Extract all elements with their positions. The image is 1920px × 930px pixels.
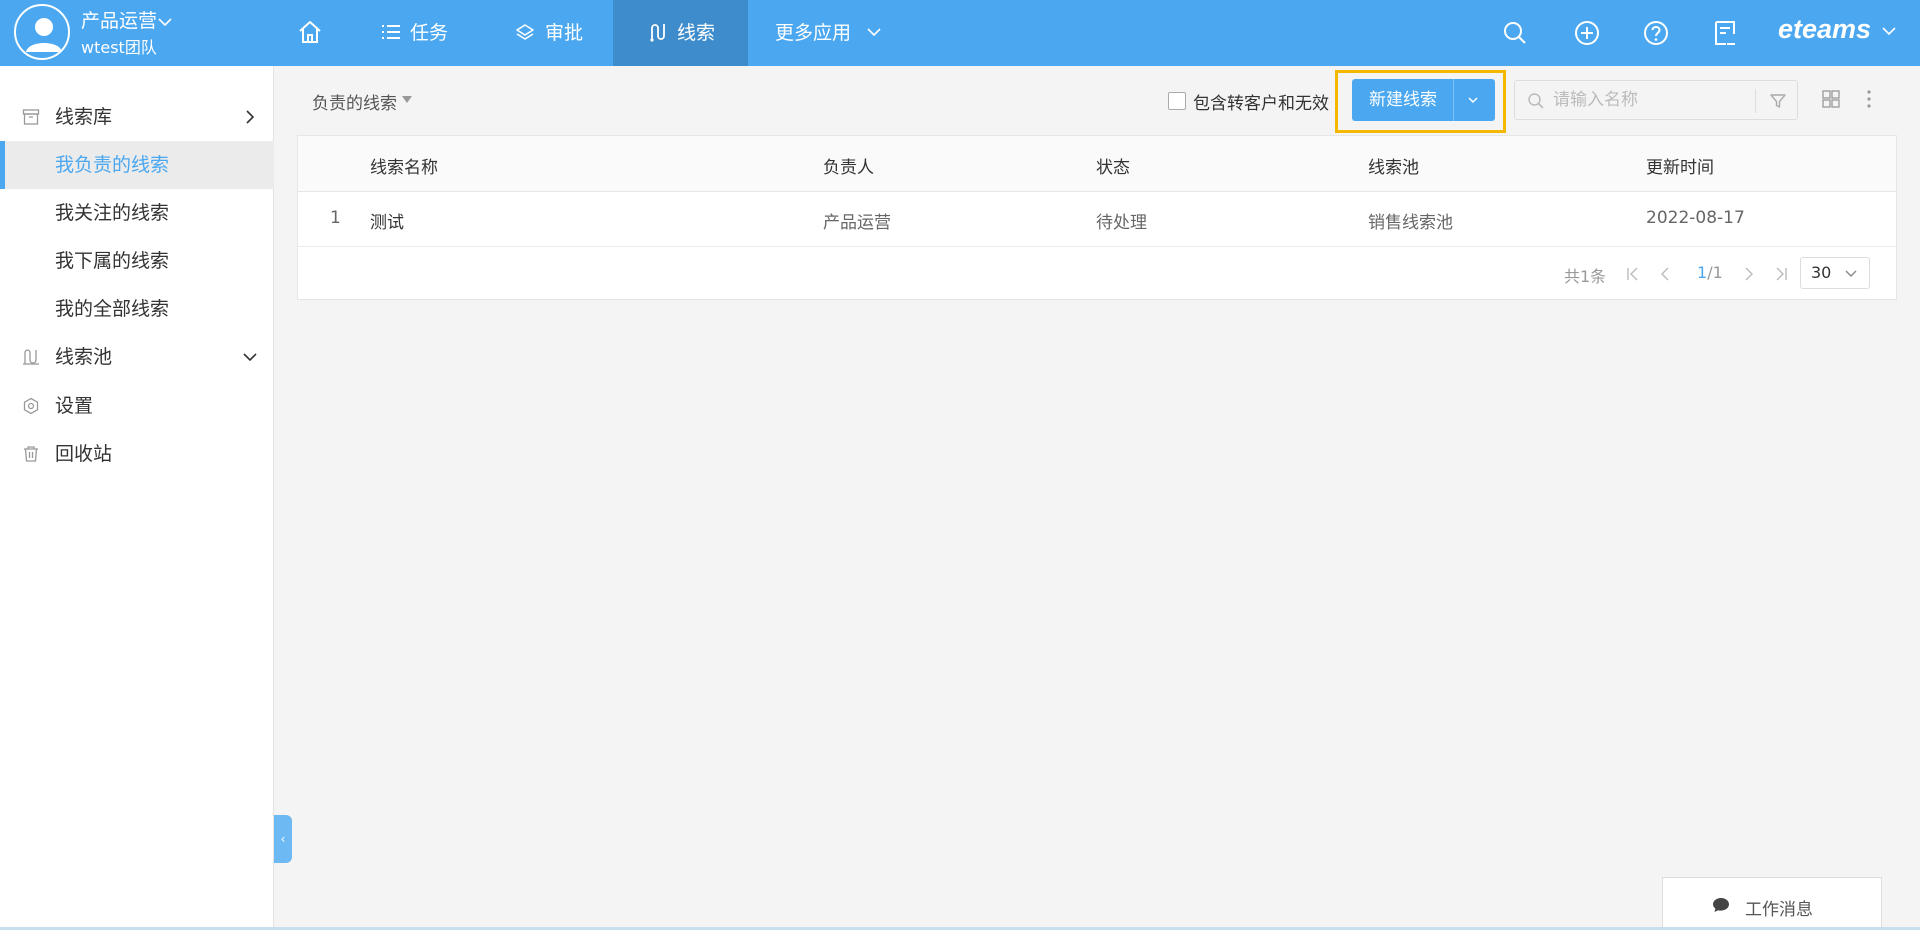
table-row[interactable]: 1 测试 产品运营 待处理 销售线索池 2022-08-17	[298, 192, 1896, 247]
search-box	[1514, 80, 1798, 120]
plus-circle-icon[interactable]	[1573, 19, 1601, 47]
sidebar-item-my-responsible[interactable]: 我负责的线索	[0, 141, 274, 189]
clue-status: 待处理	[1096, 213, 1147, 233]
button-divider	[1453, 79, 1454, 121]
include-converted-label[interactable]: 包含转客户和无效	[1193, 89, 1329, 114]
column-header[interactable]: 负责人	[823, 153, 874, 178]
row-index: 1	[330, 208, 341, 228]
clue-name[interactable]: 测试	[370, 208, 404, 233]
hexagon-settings-icon	[23, 397, 39, 415]
column-header[interactable]: 线索名称	[370, 153, 438, 178]
chat-bubble-icon	[1713, 898, 1729, 912]
user-name-dropdown[interactable]: 产品运营	[81, 6, 172, 33]
layers-icon	[516, 23, 534, 40]
chevron-down-icon	[867, 27, 881, 36]
total-pages: /1	[1707, 263, 1723, 282]
help-icon[interactable]	[1642, 19, 1670, 47]
column-header[interactable]: 线索池	[1368, 153, 1419, 178]
column-header[interactable]: 更新时间	[1646, 153, 1714, 178]
sidebar-item-clue-library[interactable]: 线索库	[0, 93, 274, 141]
prev-page-icon[interactable]	[1658, 267, 1672, 281]
nav-clues[interactable]: 线索	[613, 0, 748, 66]
chevron-down-icon	[158, 17, 172, 26]
nav-tasks[interactable]: 任务	[382, 0, 448, 66]
pool-icon	[23, 349, 39, 365]
sidebar-item-subordinates[interactable]: 我下属的线索	[0, 237, 274, 285]
table-header: 线索名称 负责人 状态 线索池 更新时间	[298, 136, 1896, 192]
search-divider	[1755, 89, 1756, 113]
filter-dropdown[interactable]: 负责的线索	[312, 89, 397, 114]
chevron-down-icon	[1845, 270, 1857, 277]
more-vertical-icon[interactable]	[1866, 89, 1872, 109]
list-icon	[382, 24, 400, 39]
page-indicator: 1/1	[1697, 263, 1723, 282]
search-icon[interactable]	[1501, 19, 1529, 47]
nav-approval[interactable]: 审批	[515, 0, 583, 66]
layout-toggle-icon[interactable]	[1822, 90, 1840, 108]
chevron-down-icon[interactable]	[1882, 26, 1896, 36]
user-avatar-icon	[26, 18, 62, 52]
first-page-icon[interactable]	[1626, 267, 1640, 281]
user-name: 产品运营	[81, 10, 158, 32]
home-icon	[299, 20, 321, 43]
user-avatar[interactable]	[14, 4, 70, 60]
brand-logo[interactable]: eteams	[1778, 14, 1871, 45]
sidebar-item-label: 我负责的线索	[55, 154, 170, 176]
sidebar-item-label: 设置	[55, 395, 94, 417]
page-size-value: 30	[1811, 263, 1832, 282]
clue-updated: 2022-08-17	[1646, 208, 1745, 228]
nav-approval-label: 审批	[545, 22, 584, 44]
search-input[interactable]	[1553, 85, 1753, 115]
caret-down-icon[interactable]	[402, 96, 412, 103]
current-page: 1	[1697, 263, 1708, 282]
clue-owner: 产品运营	[823, 213, 891, 233]
sidebar-item-recycle-bin[interactable]: 回收站	[0, 430, 274, 478]
sidebar-item-settings[interactable]: 设置	[0, 382, 274, 430]
nav-clues-label: 线索	[677, 22, 716, 44]
sidebar-item-label: 我的全部线索	[55, 298, 170, 320]
sidebar-collapse-handle[interactable]: ‹	[274, 815, 292, 863]
work-message-label: 工作消息	[1745, 900, 1813, 920]
sidebar-item-label: 我下属的线索	[55, 250, 170, 272]
chevron-down-icon[interactable]	[1467, 94, 1479, 106]
nav-more-apps[interactable]: 更多应用	[775, 0, 881, 66]
last-page-icon[interactable]	[1774, 267, 1788, 281]
next-page-icon[interactable]	[1742, 267, 1756, 281]
new-clue-button-label: 新建线索	[1369, 90, 1437, 110]
sidebar-item-all-clues[interactable]: 我的全部线索	[0, 285, 274, 333]
clue-table: 线索名称 负责人 状态 线索池 更新时间 1 测试 产品运营 待处理 销售线索池…	[297, 135, 1897, 300]
nav-home[interactable]	[280, 0, 340, 66]
clue-pool: 销售线索池	[1368, 213, 1453, 233]
page-size-select[interactable]: 30	[1800, 257, 1870, 289]
notes-icon[interactable]	[1711, 19, 1739, 47]
sidebar-item-clue-pool[interactable]: 线索池	[0, 333, 274, 381]
chevron-right-icon	[246, 110, 255, 124]
sidebar-item-label: 线索池	[55, 346, 113, 368]
include-converted-checkbox[interactable]	[1168, 92, 1186, 110]
team-name: wtest团队	[81, 38, 157, 57]
pagination-total: 共1条	[1564, 267, 1607, 286]
box-icon	[22, 109, 40, 125]
new-clue-button[interactable]: 新建线索	[1352, 79, 1495, 121]
nav-tasks-label: 任务	[410, 22, 449, 44]
work-message-button[interactable]: 工作消息	[1662, 877, 1882, 930]
sidebar-item-my-followed[interactable]: 我关注的线索	[0, 189, 274, 237]
sidebar-item-label: 我关注的线索	[55, 202, 170, 224]
chevron-down-icon	[243, 353, 257, 362]
filter-funnel-icon[interactable]	[1769, 92, 1787, 110]
column-header[interactable]: 状态	[1096, 153, 1130, 178]
nav-more-apps-label: 更多应用	[775, 22, 852, 44]
search-icon	[1528, 93, 1544, 109]
trash-icon	[24, 446, 38, 462]
sidebar-item-label: 线索库	[55, 106, 113, 128]
sidebar: 线索库 我负责的线索 我关注的线索 我下属的线索 我的全部线索 线索池 设置 回…	[0, 66, 274, 930]
top-nav-bar: 产品运营 wtest团队 任务 审批 线索 更多应用 eteams	[0, 0, 1920, 66]
sidebar-item-label: 回收站	[55, 443, 113, 465]
clue-icon	[650, 23, 665, 42]
